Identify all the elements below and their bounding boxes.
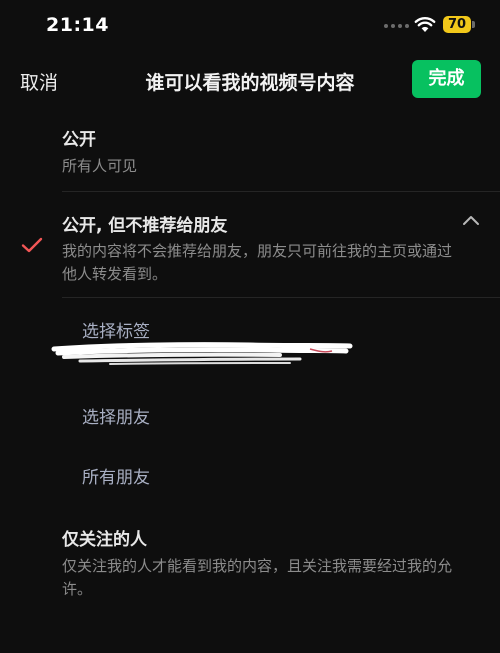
battery-tip-icon [472,21,475,28]
screen: 21:14 70 谁可以看我的视频号内容 取消 完成 公开 所有人可见 公开, … [0,0,500,653]
chevron-up-icon[interactable] [462,214,480,226]
status-bar: 21:14 70 [0,0,500,52]
redaction-scribble [51,342,353,365]
nav-bar: 谁可以看我的视频号内容 取消 完成 [0,52,500,112]
battery-level-badge: 70 [443,16,471,33]
sub-option-all-friends[interactable]: 所有朋友 [82,463,150,488]
check-icon [21,237,43,253]
option-title: 仅关注的人 [62,530,147,550]
divider [62,297,500,298]
option-desc: 所有人可见 [62,157,138,175]
option-followers-only[interactable]: 仅关注的人 仅关注我的人才能看到我的内容，且关注我需要经过我的允许。 [62,525,500,601]
done-button[interactable]: 完成 [412,60,481,98]
cancel-button[interactable]: 取消 [20,68,58,95]
wifi-icon [414,17,436,32]
divider [62,191,500,192]
option-public[interactable]: 公开 所有人可见 [62,125,500,178]
sub-option-select-friends[interactable]: 选择朋友 [82,403,150,428]
status-time: 21:14 [46,14,109,36]
signal-dots-icon [384,24,409,28]
option-public-not-recommended[interactable]: 公开, 但不推荐给朋友 我的内容将不会推荐给朋友，朋友只可前往我的主页或通过他人… [62,211,500,286]
option-desc: 我的内容将不会推荐给朋友，朋友只可前往我的主页或通过他人转发看到。 [62,242,453,283]
option-desc: 仅关注我的人才能看到我的内容，且关注我需要经过我的允许。 [62,557,453,598]
option-title: 公开, 但不推荐给朋友 [62,216,228,236]
option-title: 公开 [62,130,96,150]
